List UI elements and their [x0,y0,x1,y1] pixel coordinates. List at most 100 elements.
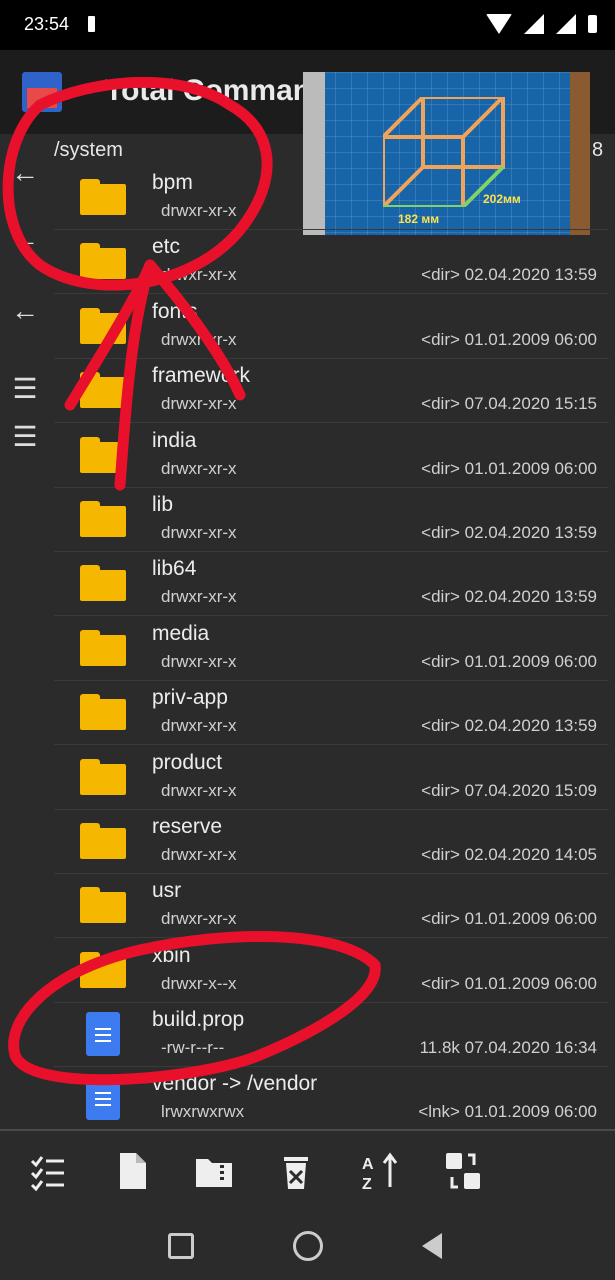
list-item[interactable]: priv-app drwxr-xr-x <dir> 02.04.2020 13:… [54,680,609,745]
svg-text:Z: Z [362,1176,372,1191]
list-item[interactable]: usr drwxr-xr-x <dir> 01.01.2009 06:00 [54,873,609,938]
item-permissions: drwxr-x--x [161,974,237,993]
list-item[interactable]: lib64 drwxr-xr-x <dir> 02.04.2020 13:59 [54,551,609,616]
item-permissions: drwxr-xr-x [161,201,237,220]
folder-icon [80,437,126,473]
item-meta: <lnk> 01.01.2009 06:00 [418,1102,597,1121]
folder-icon [80,372,126,408]
item-name: priv-app [152,686,228,709]
home-icon[interactable] [293,1231,323,1261]
swap-panels-icon[interactable] [444,1151,484,1191]
item-meta: <dir> 01.01.2009 06:00 [421,909,597,928]
signal-icon [524,14,544,34]
folder-icon [80,694,126,730]
item-permissions: drwxr-xr-x [161,330,237,349]
item-permissions: lrwxrwxrwx [161,1102,245,1121]
status-time: 23:54 [24,14,70,34]
list-item[interactable]: build.prop -rw-r--r-- 11.8k 07.04.2020 1… [54,1002,609,1067]
item-permissions: -rw-r--r-- [161,1038,225,1057]
item-permissions: drwxr-xr-x [161,845,237,864]
item-name: usr [152,879,182,902]
item-meta: <dir> 01.01.2009 06:00 [421,974,597,993]
list-item[interactable]: fonts drwxr-xr-x <dir> 01.01.2009 06:00 [54,294,609,359]
folder-icon [80,823,126,859]
item-meta: <dir> 01.01.2009 06:00 [421,330,597,349]
status-bar: 23:54 [0,0,615,50]
item-name: framework [152,364,251,387]
item-permissions: drwxr-xr-x [161,652,237,671]
battery-small-icon [88,16,95,32]
current-path[interactable]: /system [54,139,123,162]
signal-2-icon [556,14,576,34]
item-permissions: drwxr-xr-x [161,587,237,606]
item-permissions: drwxr-xr-x [161,781,237,800]
item-permissions: drwxr-xr-x [161,394,237,413]
item-name: xbin [152,944,191,967]
menu-2-icon[interactable]: ☰ [8,422,42,452]
folder-icon [80,308,126,344]
folder-icon [80,887,126,923]
item-name: reserve [152,815,223,838]
zip-icon[interactable] [194,1151,234,1191]
back-icon[interactable] [422,1233,442,1259]
item-name: india [152,429,197,452]
status-icons [486,14,597,34]
item-name: lib [152,493,174,516]
item-name: bpm [152,171,193,194]
path-info: 8 [592,139,604,161]
list-item[interactable]: reserve drwxr-xr-x <dir> 02.04.2020 14:0… [54,809,609,874]
item-meta: <dir> 02.04.2020 13:59 [421,523,597,542]
item-meta: 11.8k 07.04.2020 16:34 [419,1038,597,1057]
item-name: product [152,751,223,774]
item-meta: <dir> 07.04.2020 15:09 [421,781,597,800]
delete-icon[interactable] [276,1151,316,1191]
list-item[interactable]: framework drwxr-xr-x <dir> 07.04.2020 15… [54,358,609,423]
folder-icon [80,501,126,537]
item-meta: <dir> 02.04.2020 14:05 [421,845,597,864]
back-arrow-2-icon[interactable]: ← [8,224,42,254]
item-permissions: drwxr-xr-x [161,909,237,928]
new-file-icon[interactable] [112,1151,152,1191]
folder-icon [80,952,126,988]
item-meta: <dir> 02.04.2020 13:59 [421,265,597,284]
item-meta: <dir> 01.01.2009 06:00 [421,652,597,671]
document-icon [86,1076,120,1120]
list-item[interactable]: vendor -> /vendor lrwxrwxrwx <lnk> 01.01… [54,1066,609,1126]
item-name: fonts [152,300,198,323]
item-meta: <dir> 07.04.2020 15:15 [421,394,597,413]
folder-icon [80,565,126,601]
item-permissions: drwxr-xr-x [161,523,237,542]
list-item[interactable]: india drwxr-xr-x <dir> 01.01.2009 06:00 [54,423,609,488]
item-name: build.prop [152,1008,245,1031]
system-nav-bar [0,1211,615,1280]
battery-icon [588,15,597,33]
item-permissions: drwxr-xr-x [161,459,237,478]
list-item[interactable]: media drwxr-xr-x <dir> 01.01.2009 06:00 [54,616,609,681]
menu-icon[interactable]: ☰ [8,374,42,404]
item-meta: <dir> 02.04.2020 13:59 [421,716,597,735]
svg-text:A: A [362,1156,374,1173]
item-name: lib64 [152,557,197,580]
item-name: vendor -> /vendor [152,1072,318,1095]
list-item[interactable]: lib drwxr-xr-x <dir> 02.04.2020 13:59 [54,487,609,552]
folder-icon [80,179,126,215]
list-item[interactable]: bpm drwxr-xr-x [54,165,609,230]
document-icon [86,1012,120,1056]
list-item[interactable]: product drwxr-xr-x <dir> 07.04.2020 15:0… [54,745,609,810]
list-item[interactable]: xbin drwxr-x--x <dir> 01.01.2009 06:00 [54,938,609,1003]
item-name: media [152,622,210,645]
back-arrow-icon[interactable]: ← [8,158,42,188]
wifi-icon [486,14,512,34]
item-name: etc [152,235,181,258]
item-permissions: drwxr-xr-x [161,265,237,284]
list-item[interactable]: etc drwxr-xr-x <dir> 02.04.2020 13:59 [54,229,609,294]
floppy-disk-icon[interactable] [22,72,62,112]
item-meta: <dir> 02.04.2020 13:59 [421,587,597,606]
recent-apps-icon[interactable] [168,1233,194,1259]
item-meta: <dir> 01.01.2009 06:00 [421,459,597,478]
left-toolbar: ← ← ← ☰ ☰ [0,134,52,1129]
sort-icon[interactable]: AZ [360,1151,400,1193]
bottom-toolbar: AZ [0,1129,615,1213]
back-arrow-3-icon[interactable]: ← [8,296,42,326]
select-icon[interactable] [28,1151,68,1192]
